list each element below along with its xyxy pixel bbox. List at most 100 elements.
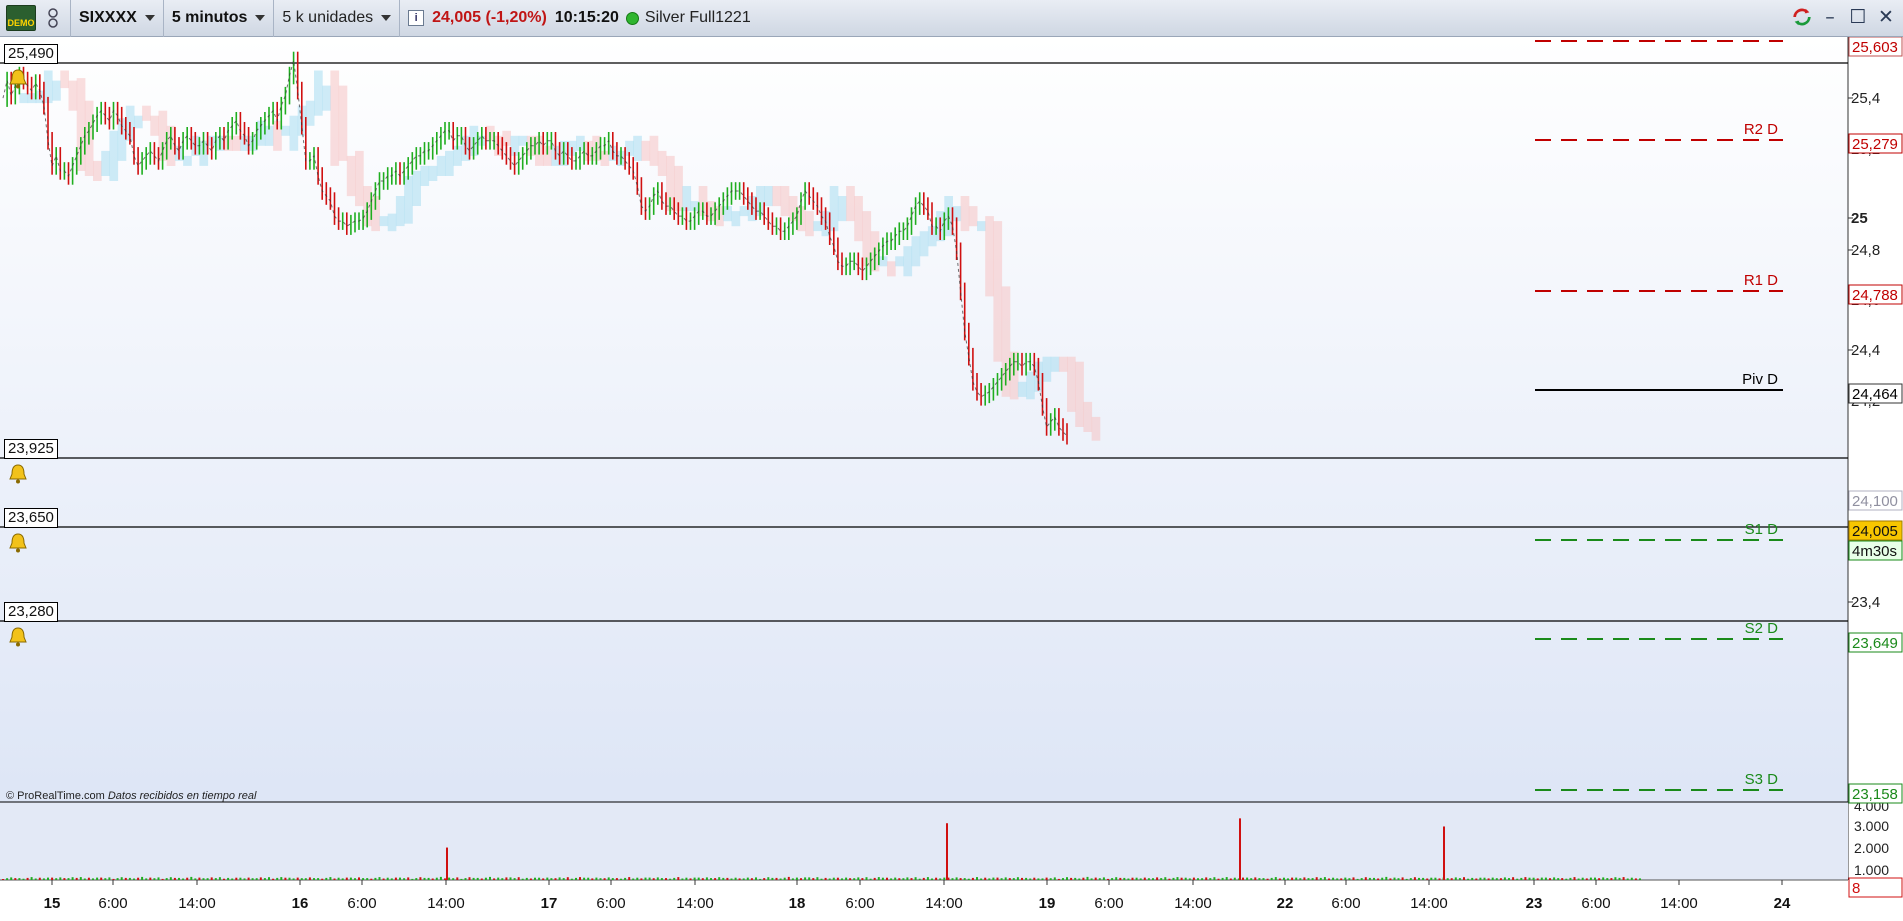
ichimoku-cloud-segment [289,115,299,151]
window-controls: – ☐ ✕ [1791,4,1897,30]
ichimoku-cloud-segment [68,80,78,111]
units-selector[interactable]: 5 k unidades [274,0,401,37]
bell-icon[interactable] [7,532,29,554]
volume-tick-label: 1.000 [1854,862,1889,878]
ichimoku-cloud-segment [428,165,438,181]
ichimoku-cloud-segment [330,70,340,166]
info-icon[interactable]: i [408,10,425,26]
ichimoku-cloud-segment [657,150,667,176]
ichimoku-cloud-segment [919,231,929,257]
ichimoku-cloud-segment [355,150,364,207]
refresh-icon[interactable] [1791,4,1813,30]
ichimoku-cloud-segment [764,186,773,207]
close-icon[interactable]: ✕ [1875,4,1897,30]
bell-icon[interactable] [7,626,29,648]
ichimoku-cloud-segment [1026,371,1035,400]
time-tick-label: 6:00 [845,895,874,912]
ichimoku-cloud-segment [887,261,896,277]
time-tick-label: 6:00 [1581,895,1610,912]
ichimoku-cloud-segment [395,196,405,227]
ichimoku-cloud-segment [895,256,904,267]
time-tick-label: 18 [789,895,806,912]
ichimoku-cloud-segment [633,135,642,161]
ichimoku-cloud-segment [101,150,110,176]
ichimoku-cloud-segment [731,211,741,227]
ichimoku-cloud-segment [772,186,782,207]
connection-status-icon [625,11,639,25]
extra-level-badge: 25,603 [1852,39,1898,56]
pivot-badge: 24,788 [1852,287,1898,304]
demo-icon[interactable]: DEMO [6,5,36,31]
pivot-badge: 23,158 [1852,786,1898,803]
ichimoku-cloud-segment [60,70,69,89]
symbol-selector[interactable]: SIXXXX [71,0,164,37]
realtime-note: Datos recibidos en tiempo real [107,790,257,802]
minimize-icon[interactable]: – [1819,4,1841,30]
ichimoku-cloud-segment [150,115,159,136]
alert-level-label[interactable]: 23,650 [4,508,58,528]
pivot-label: R2 D [1744,121,1778,138]
link-icon[interactable] [42,5,64,31]
ichimoku-cloud-segment [281,125,290,136]
ichimoku-cloud-segment [305,100,315,126]
ichimoku-cloud-segment [93,160,102,181]
ichimoku-cloud-segment [322,85,331,111]
ichimoku-cloud-segment [1083,401,1093,432]
price-change: 24,005 (-1,20%) [432,9,547,26]
bell-icon[interactable] [7,463,29,485]
candle-countdown-badge: 4m30s [1852,543,1897,560]
demo-label: DEMO [7,18,35,28]
ichimoku-cloud-segment [837,196,847,222]
pivot-badge: 23,649 [1852,635,1898,652]
ichimoku-cloud-segment [142,105,151,121]
ichimoku-cloud-segment [1075,361,1084,427]
bell-icon[interactable] [7,68,29,90]
ichimoku-cloud-segment [404,176,413,224]
ichimoku-cloud-segment [1042,356,1052,382]
time-tick-label: 14:00 [925,895,963,912]
timeframe-label: 5 minutos [171,9,248,26]
ichimoku-cloud-segment [903,246,913,277]
time-tick-label: 24 [1774,895,1791,912]
pivot-label: Piv D [1742,371,1778,388]
ichimoku-cloud-segment [19,93,29,104]
current-price-badge: 24,005 [1852,523,1898,540]
ichimoku-cloud-segment [52,80,61,101]
current-volume-badge: 8 [1852,880,1860,897]
alert-level-label[interactable]: 23,280 [4,602,58,622]
pivot-label: S2 D [1745,620,1779,637]
price-tick-label: 25 [1851,210,1868,227]
ichimoku-cloud-segment [846,186,855,222]
copyright-text: © ProRealTime.com [6,790,105,802]
ichimoku-cloud-segment [436,155,446,176]
alert-level-label[interactable]: 25,490 [4,44,58,64]
chevron-down-icon [144,15,155,21]
ichimoku-cloud-segment [813,221,822,232]
ichimoku-cloud-segment [985,216,994,297]
chevron-down-icon [381,15,392,21]
quote-time: 10:15:20 [554,9,619,26]
ichimoku-cloud-segment [1091,416,1101,441]
ichimoku-cloud-segment [183,155,192,166]
ichimoku-cloud-segment [911,236,921,267]
maximize-icon[interactable]: ☐ [1847,4,1869,30]
account-label: Silver Full1221 [644,9,751,26]
ichimoku-cloud-segment [1058,356,1068,372]
time-tick-label: 14:00 [676,895,714,912]
pivot-label: S1 D [1745,521,1779,538]
time-tick-label: 15 [44,895,61,912]
time-tick-label: 19 [1039,895,1056,912]
ichimoku-cloud-segment [387,213,397,232]
ichimoku-cloud-segment [977,221,986,232]
time-tick-label: 6:00 [98,895,127,912]
price-tick-label: 25,4 [1851,90,1880,107]
price-chart[interactable]: R2 DR1 DPiv DS1 DS2 DS3 D 25,425,22524,8… [0,37,1903,921]
timeframe-selector[interactable]: 5 minutos [164,0,275,37]
ichimoku-cloud-segment [134,115,143,129]
price-tick-label: 24,8 [1851,242,1880,259]
ichimoku-cloud-segment [346,155,356,197]
time-tick-label: 14:00 [1410,895,1448,912]
ichimoku-cloud-segment [829,186,839,232]
alert-level-label[interactable]: 23,925 [4,439,58,459]
time-tick-label: 16 [292,895,309,912]
